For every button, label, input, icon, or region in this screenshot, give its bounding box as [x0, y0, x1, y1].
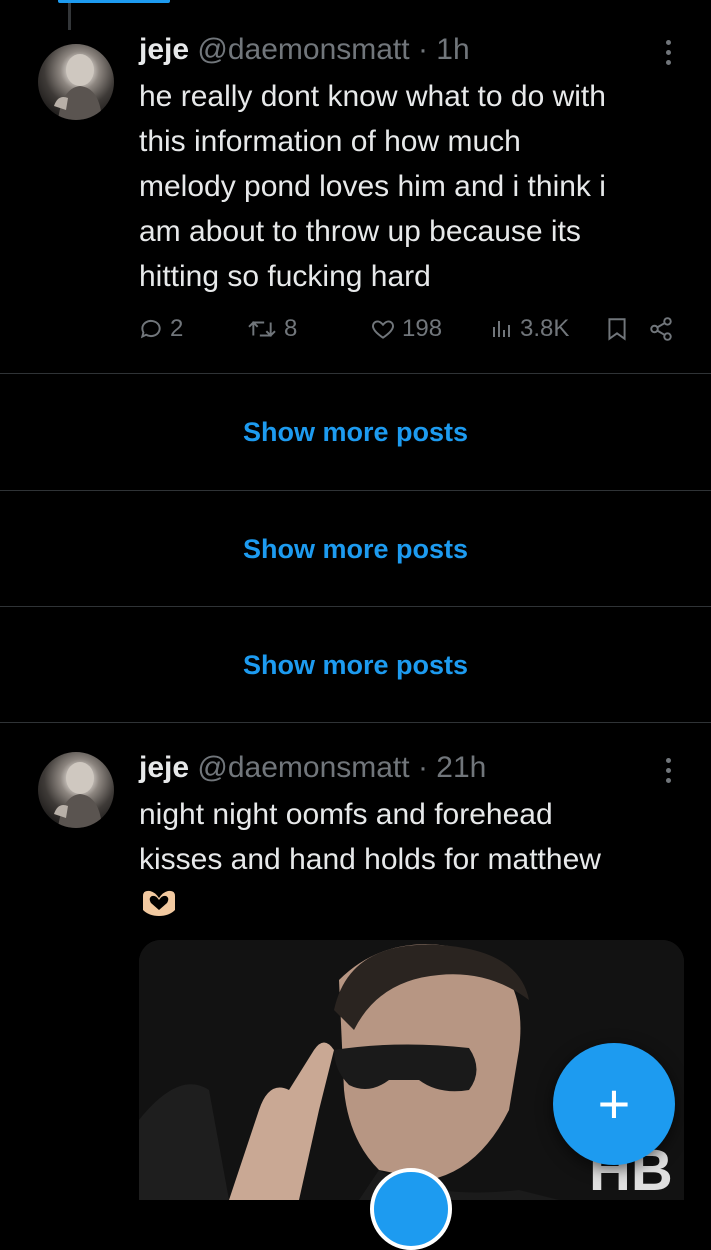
repost-button[interactable]: 8 [246, 312, 297, 346]
views-button[interactable]: 3.8K [490, 312, 569, 346]
views-icon [493, 321, 510, 337]
divider [0, 722, 711, 723]
user-handle[interactable]: @daemonsmatt [197, 751, 409, 784]
tab-indicator [58, 0, 170, 3]
avatar[interactable] [38, 44, 114, 120]
post-actions: 2 8 198 3.8K [138, 312, 678, 346]
share-icon [650, 317, 672, 341]
divider [0, 373, 711, 374]
heart-icon [372, 320, 394, 339]
reply-icon [140, 319, 161, 339]
post-text: night night oomfs and forehead kisses an… [139, 792, 679, 882]
repost-icon [248, 321, 276, 337]
post-text-line: kisses and hand holds for matthew [139, 843, 601, 876]
heart-hands-emoji-icon [139, 888, 179, 918]
post-text-line: am about to throw up because its [139, 215, 581, 248]
user-handle[interactable]: @daemonsmatt [197, 33, 409, 66]
post-text: he really dont know what to do with this… [139, 74, 679, 299]
divider [0, 606, 711, 607]
more-options-icon[interactable] [663, 40, 673, 70]
views-count: 3.8K [520, 315, 570, 342]
more-options-icon[interactable] [663, 758, 673, 788]
share-button[interactable] [648, 312, 674, 346]
post-time[interactable]: · 21h [418, 751, 486, 784]
show-more-posts-button[interactable]: Show more posts [0, 375, 711, 490]
post-time[interactable]: · 1h [418, 33, 470, 66]
show-more-label: Show more posts [242, 417, 469, 447]
show-more-posts-button[interactable]: Show more posts [0, 492, 711, 607]
video-play-button[interactable] [370, 1168, 452, 1250]
show-more-label: Show more posts [242, 534, 469, 564]
plus-icon: + [597, 1072, 631, 1135]
divider [0, 490, 711, 491]
reply-count: 2 [170, 315, 184, 342]
show-more-posts-button[interactable]: Show more posts [0, 608, 711, 723]
bookmark-button[interactable] [606, 312, 628, 346]
repost-count: 8 [284, 315, 298, 342]
post-text-line: this information of how much [139, 125, 521, 158]
post-text-line: he really dont know what to do with [139, 80, 606, 113]
bookmark-icon [608, 318, 626, 341]
post-text-line: hitting so fucking hard [139, 260, 431, 293]
thread-line [68, 0, 71, 30]
display-name[interactable]: jeje [139, 33, 189, 66]
compose-post-button[interactable]: + [553, 1043, 675, 1165]
like-count: 198 [402, 315, 443, 342]
avatar[interactable] [38, 752, 114, 828]
post-text-line: melody pond loves him and i think i [139, 170, 606, 203]
post-text-line: night night oomfs and forehead [139, 798, 553, 831]
like-button[interactable]: 198 [370, 312, 442, 346]
post-header: jeje @daemonsmatt · 21h [139, 750, 486, 786]
post-header: jeje @daemonsmatt · 1h [139, 32, 470, 68]
display-name[interactable]: jeje [139, 751, 189, 784]
reply-button[interactable]: 2 [138, 312, 183, 346]
show-more-label: Show more posts [242, 650, 469, 680]
